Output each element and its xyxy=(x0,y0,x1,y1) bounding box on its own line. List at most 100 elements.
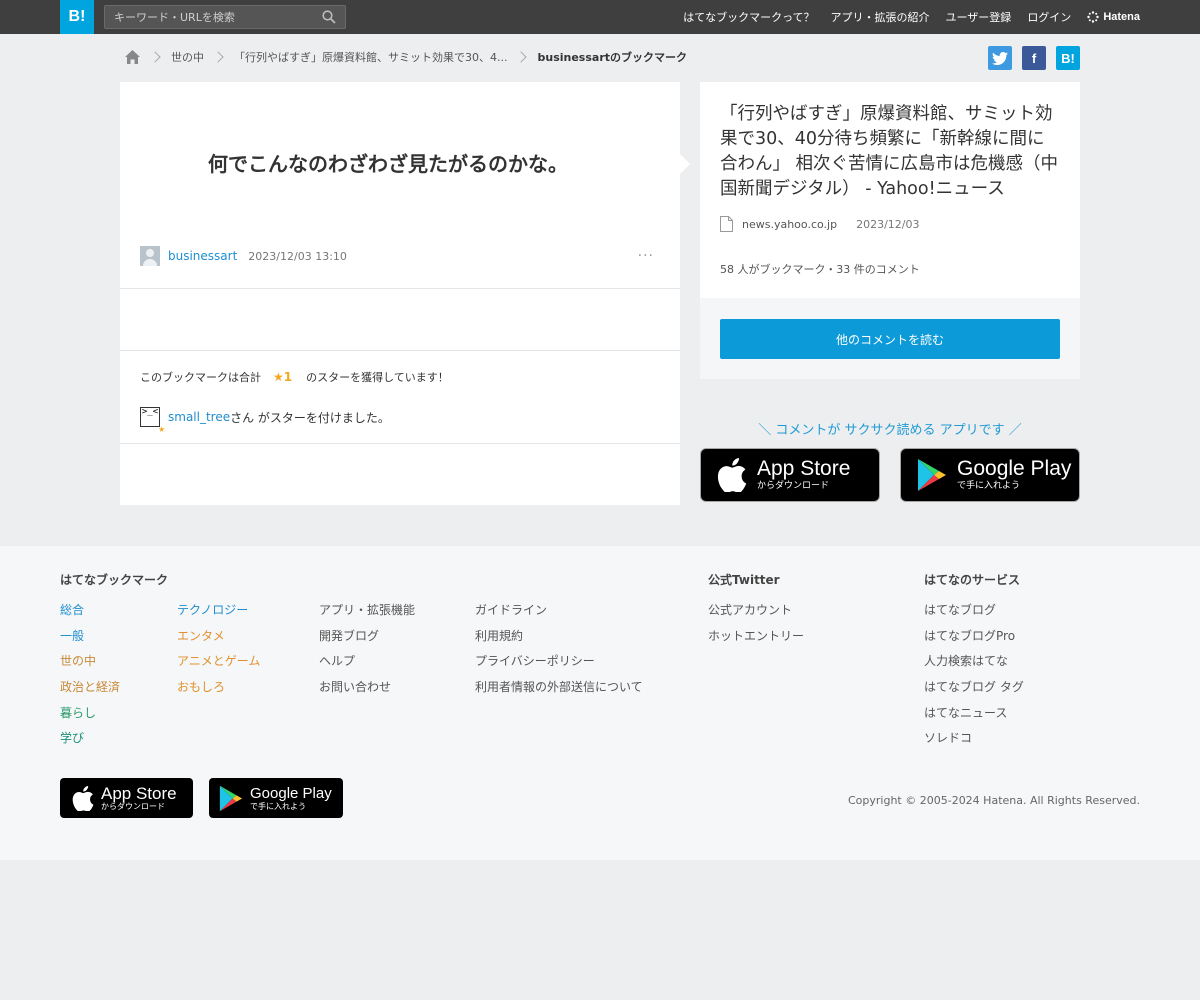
share-buttons: f B! xyxy=(988,46,1080,70)
search-icon[interactable] xyxy=(322,10,336,24)
footer-link-anime-game[interactable]: アニメとゲーム xyxy=(177,654,260,668)
footer-link-fun[interactable]: おもしろ xyxy=(177,680,225,694)
hatena-brand-link[interactable]: Hatena xyxy=(1087,11,1140,23)
footer-link-contact[interactable]: お問い合わせ xyxy=(319,680,391,694)
footer-heading-bookmark: はてなブックマーク xyxy=(60,573,169,587)
footer-app-store-title: App Store xyxy=(101,783,177,803)
hatena-bookmark-logo[interactable]: B! xyxy=(60,0,94,34)
stars-prefix: このブックマークは合計 xyxy=(140,371,261,384)
search-input[interactable] xyxy=(105,6,315,28)
chevron-right-icon xyxy=(515,51,528,63)
starrer-avatar-face: >_< xyxy=(141,407,159,417)
nav-about-link[interactable]: はてなブックマークって？ xyxy=(683,9,814,25)
footer-link-social[interactable]: 世の中 xyxy=(60,654,96,668)
footer-link-economics[interactable]: 政治と経済 xyxy=(60,680,120,694)
breadcrumb-current: businessartのブックマーク xyxy=(537,51,687,64)
footer-link-hot-entry[interactable]: ホットエントリー xyxy=(708,629,804,643)
breadcrumb-category-link[interactable]: 世の中 xyxy=(171,49,204,65)
apple-icon xyxy=(715,458,749,492)
bookmark-user-link[interactable]: businessart xyxy=(168,249,237,263)
top-bar: B! はてなブックマークって？ アプリ・拡張の紹介 ユーザー登録 ログイン Ha… xyxy=(0,0,1200,34)
footer-link-apps[interactable]: アプリ・拡張機能 xyxy=(319,603,415,617)
footer-col-services: はてなのサービス はてなブログ はてなブログPro 人力検索はてな はてなブログ… xyxy=(924,571,1024,755)
app-store-badge[interactable]: App Store からダウンロード xyxy=(700,448,880,502)
footer-link-jinriki[interactable]: 人力検索はてな xyxy=(924,654,1008,668)
app-store-title: App Store xyxy=(757,457,851,480)
google-play-icon xyxy=(219,785,243,811)
read-other-comments-button[interactable]: 他のコメントを読む xyxy=(720,319,1060,359)
footer-link-help[interactable]: ヘルプ xyxy=(319,654,355,668)
facebook-share-button[interactable]: f xyxy=(1022,46,1046,70)
star-count: ★1 xyxy=(273,370,293,384)
google-play-title: Google Play xyxy=(957,457,1072,480)
entry-domain-link[interactable]: news.yahoo.co.jp xyxy=(742,218,837,231)
entry-bookmark-count[interactable]: 58 人がブックマーク・33 件のコメント xyxy=(720,261,920,277)
footer-col-categories-2: テクノロジー エンタメ アニメとゲーム おもしろ xyxy=(177,571,260,704)
breadcrumb-entry-link[interactable]: 「行列やばすぎ」原爆資料館、サミット効果で30、4... xyxy=(234,49,507,65)
footer-link-guidelines[interactable]: ガイドライン xyxy=(475,603,547,617)
footer-link-hatena-blog[interactable]: はてなブログ xyxy=(924,603,996,617)
footer-link-external-transmission[interactable]: 利用者情報の外部送信について xyxy=(475,680,643,694)
hatena-share-button[interactable]: B! xyxy=(1056,46,1080,70)
footer-link-knowledge[interactable]: 学び xyxy=(60,731,84,745)
footer-google-play-badge[interactable]: Google Play で手に入れよう xyxy=(209,778,343,818)
entry-title-link[interactable]: 「行列やばすぎ」原爆資料館、サミット効果で30、40分待ち頻繁に「新幹線に間に合… xyxy=(720,104,1058,199)
app-promo-text: ＼ コメントが サクサク読める アプリです ／ xyxy=(758,423,1022,438)
footer-link-life[interactable]: 暮らし xyxy=(60,706,96,720)
apple-icon xyxy=(72,785,94,811)
copyright: Copyright © 2005-2024 Hatena. All Rights… xyxy=(847,794,1140,807)
chevron-right-icon xyxy=(149,51,161,63)
bookmark-comment: 何でこんなのわざわざ見たがるのかな。 xyxy=(208,152,568,176)
twitter-bird-icon xyxy=(992,51,1008,65)
starrer-avatar[interactable]: >_< ★ xyxy=(140,407,165,434)
entry-meta: news.yahoo.co.jp 2023/12/03 xyxy=(720,216,919,232)
top-nav: はてなブックマークって？ アプリ・拡張の紹介 ユーザー登録 ログイン Haten… xyxy=(683,0,1140,34)
google-play-badge[interactable]: Google Play で手に入れよう xyxy=(900,448,1080,502)
footer-link-terms[interactable]: 利用規約 xyxy=(475,629,523,643)
panel-pointer xyxy=(680,154,690,174)
footer-link-sougou[interactable]: 総合 xyxy=(60,603,84,617)
footer-app-store-badge[interactable]: App Store からダウンロード xyxy=(60,778,193,818)
footer-google-play-subtitle: で手に入れよう xyxy=(250,801,306,811)
document-icon xyxy=(720,216,733,232)
footer-col-about: アプリ・拡張機能 開発ブログ ヘルプ お問い合わせ xyxy=(319,571,415,704)
read-comments-area: 他のコメントを読む xyxy=(700,298,1080,379)
footer-link-hatena-news[interactable]: はてなニュース xyxy=(924,706,1007,720)
divider xyxy=(120,350,680,351)
chevron-right-icon xyxy=(212,51,224,63)
bookmark-datetime[interactable]: 2023/12/03 13:10 xyxy=(248,250,347,263)
avatar[interactable] xyxy=(140,246,160,266)
footer-link-hatena-blog-pro[interactable]: はてなブログPro xyxy=(924,629,1015,643)
bookmark-user-row: businessart 2023/12/03 13:10 xyxy=(140,246,347,266)
facebook-f-icon: f xyxy=(1031,50,1037,66)
footer-col-categories: はてなブックマーク 総合 一般 世の中 政治と経済 暮らし 学び xyxy=(60,571,168,755)
footer-link-general[interactable]: 一般 xyxy=(60,629,84,643)
twitter-share-button[interactable] xyxy=(988,46,1012,70)
footer-heading-twitter: 公式Twitter xyxy=(708,573,780,587)
more-menu-icon[interactable]: ··· xyxy=(638,248,654,264)
search-box xyxy=(104,5,346,29)
hatena-brand-label: Hatena xyxy=(1103,11,1140,23)
footer-link-entertainment[interactable]: エンタメ xyxy=(177,629,225,643)
footer-link-technology[interactable]: テクノロジー xyxy=(177,603,248,617)
footer-link-official-account[interactable]: 公式アカウント xyxy=(708,603,792,617)
starrer-text: さん がスターを付けました。 xyxy=(230,410,390,425)
starrer-row: >_< ★ small_tree さん がスターを付けました。 xyxy=(140,407,390,434)
footer-link-privacy[interactable]: プライバシーポリシー xyxy=(475,654,595,668)
footer-col-twitter: 公式Twitter 公式アカウント ホットエントリー xyxy=(708,571,804,652)
breadcrumb: 世の中 「行列やばすぎ」原爆資料館、サミット効果で30、4... busines… xyxy=(124,46,687,68)
footer-link-soredoko[interactable]: ソレドコ xyxy=(924,731,972,745)
starrer-user-link[interactable]: small_tree xyxy=(168,410,230,424)
nav-login-link[interactable]: ログイン xyxy=(1027,9,1071,25)
footer-link-dev-blog[interactable]: 開発ブログ xyxy=(319,629,379,643)
entry-date: 2023/12/03 xyxy=(856,217,920,231)
app-store-subtitle: からダウンロード xyxy=(757,481,830,491)
footer-link-blog-tags[interactable]: はてなブログ タグ xyxy=(924,680,1024,694)
nav-apps-link[interactable]: アプリ・拡張の紹介 xyxy=(831,9,930,25)
nav-register-link[interactable]: ユーザー登録 xyxy=(946,9,1012,25)
stars-suffix: のスターを獲得しています！ xyxy=(306,371,449,384)
footer: はてなブックマーク 総合 一般 世の中 政治と経済 暮らし 学び テクノロジー … xyxy=(0,546,1200,860)
home-icon[interactable] xyxy=(124,49,141,65)
bookmark-panel: 何でこんなのわざわざ見たがるのかな。 businessart 2023/12/0… xyxy=(120,82,690,505)
footer-app-store-subtitle: からダウンロード xyxy=(101,801,165,811)
